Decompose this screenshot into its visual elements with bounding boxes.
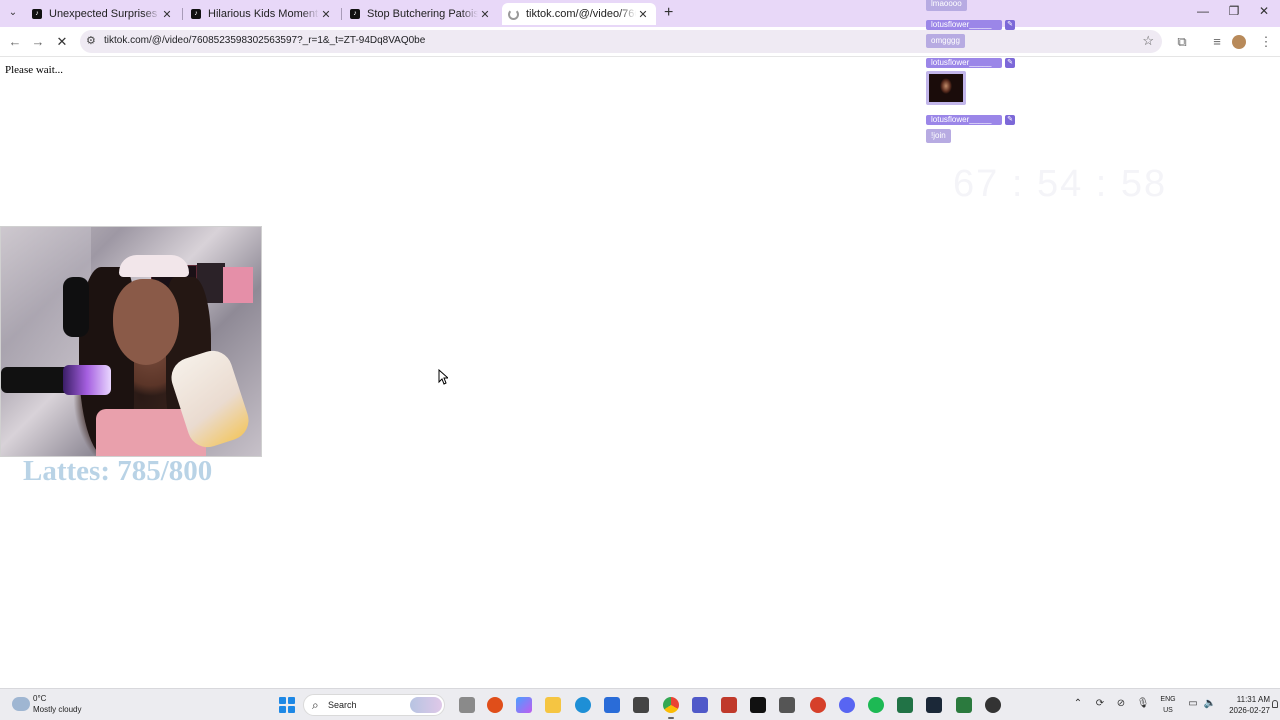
close-icon[interactable]: ✕: [319, 8, 333, 21]
calculator-icon[interactable]: [897, 697, 913, 713]
minimize-icon[interactable]: —: [1193, 4, 1213, 18]
chrome-icon[interactable]: [663, 697, 679, 719]
search-icon: ⌕: [312, 698, 319, 712]
webcam-headband: [119, 255, 189, 277]
edge-browser-icon[interactable]: [575, 697, 591, 713]
tab-separator: [182, 8, 183, 20]
extensions-puzzle-icon[interactable]: ⧉: [1173, 33, 1191, 51]
tiktok-icon: ♪: [191, 9, 201, 19]
notification-bell-icon[interactable]: [1272, 700, 1278, 708]
microphone-icon[interactable]: 🎙: [1136, 698, 1150, 709]
pencil-badge-icon: ✎: [1005, 58, 1015, 68]
file-explorer-icon[interactable]: [545, 697, 561, 713]
weather-temperature[interactable]: 0°C: [33, 694, 46, 703]
wifi-off-icon[interactable]: ⊘: [1114, 698, 1128, 709]
tab-title: tiktok.com/@/video/76085235: [526, 8, 636, 20]
forward-arrow-icon[interactable]: →: [29, 33, 47, 51]
tab-title: Hilarious Kids Moments That W: [208, 8, 319, 20]
language-indicator[interactable]: ENG US: [1157, 694, 1179, 716]
back-arrow-icon[interactable]: ←: [6, 33, 24, 51]
pencil-badge-icon: ✎: [1005, 20, 1015, 30]
mouse-cursor-icon: [438, 369, 448, 385]
language-code: ENG: [1160, 696, 1176, 703]
search-label: Search: [328, 700, 357, 710]
spotify-icon[interactable]: [868, 697, 884, 713]
steam-icon[interactable]: [926, 697, 942, 713]
url-text[interactable]: tiktok.com/@/video/7608523598302563597?_…: [104, 35, 425, 46]
document-app-icon[interactable]: [779, 697, 795, 713]
chat-message: !join: [926, 129, 951, 143]
tab-search-chevron-icon[interactable]: ⌄: [5, 5, 21, 21]
close-icon[interactable]: ✕: [636, 8, 650, 21]
clock-time: 11:31 AM: [1236, 695, 1270, 704]
chat-image-thumbnail: [929, 74, 963, 102]
new-tab-plus-icon[interactable]: +: [664, 4, 678, 22]
pencil-badge-icon: ✎: [1005, 115, 1015, 125]
windows-start-icon[interactable]: [279, 697, 295, 713]
editor-app-icon[interactable]: [604, 697, 620, 713]
windows-taskbar: 0°C Mostly cloudy ⌕ Search ⌃ ⟳ ⊘ 🎙 ENG U…: [0, 688, 1280, 720]
stop-loading-icon[interactable]: ✕: [53, 33, 71, 51]
store-icon[interactable]: [633, 697, 649, 713]
subathon-timer: 67 : 54 : 58: [953, 163, 1168, 205]
cloud-weather-icon[interactable]: [12, 697, 30, 711]
search-highlight-icon: [410, 697, 442, 713]
webcam-poster: [223, 267, 253, 303]
tiktok-icon: ♪: [32, 9, 42, 19]
tab-stop-butchering-patois[interactable]: ♪ Stop Butchering Patois for Laug ✕: [344, 3, 498, 25]
chat-username: lotusflower_____: [926, 58, 1002, 68]
site-info-icon[interactable]: ⚙: [86, 34, 96, 47]
tab-tiktok-video-active[interactable]: tiktok.com/@/video/76085235 ✕: [502, 3, 656, 25]
copilot-icon[interactable]: [516, 697, 532, 713]
browser-toolbar: ← → ✕ ⚙ tiktok.com/@/video/7608523598302…: [0, 27, 1280, 57]
tiktok-icon: ♪: [350, 9, 360, 19]
game-app-icon[interactable]: [721, 697, 737, 713]
restore-icon[interactable]: ❐: [1224, 4, 1244, 18]
latte-goal-counter: Lattes: 785/800: [23, 455, 213, 487]
chat-image-message: [926, 71, 966, 105]
webcam-headphones: [63, 277, 89, 337]
tab-title: Unexpected Surprises of First-T: [49, 8, 160, 20]
profile-avatar[interactable]: [1232, 35, 1246, 49]
menu-kebab-icon[interactable]: ⋮: [1257, 33, 1275, 51]
weather-description[interactable]: Mostly cloudy: [33, 705, 81, 714]
show-hidden-icons-chevron-icon[interactable]: ⌃: [1071, 698, 1085, 709]
obs-icon[interactable]: [985, 697, 1001, 713]
loading-spinner-icon: [508, 8, 519, 20]
tab-hilarious-kids[interactable]: ♪ Hilarious Kids Moments That W ✕: [185, 3, 339, 25]
notepad-icon[interactable]: [956, 697, 972, 713]
system-clock[interactable]: 11:31 AM 2026-02-27: [1222, 694, 1270, 716]
chat-username: lotusflower_____: [926, 115, 1002, 125]
chat-username: lotusflower_____: [926, 20, 1002, 30]
tab-title: Stop Butchering Patois for Laug: [367, 8, 478, 20]
bookmark-star-icon[interactable]: ☆: [1142, 33, 1154, 49]
tiktok-app-icon[interactable]: [750, 697, 766, 713]
window-close-icon[interactable]: ✕: [1254, 4, 1274, 18]
webcam-overlay: [0, 226, 262, 457]
browser-tab-strip: ⌄ ♪ Unexpected Surprises of First-T ✕ ♪ …: [0, 0, 1280, 27]
speaker-volume-icon[interactable]: 🔈: [1203, 698, 1217, 709]
tab-unexpected-surprises[interactable]: ♪ Unexpected Surprises of First-T ✕: [26, 3, 180, 25]
chat-message: lmaoooo: [926, 0, 967, 11]
webcam-microphone-light: [63, 365, 111, 395]
discord-icon[interactable]: [839, 697, 855, 713]
brave-browser-icon[interactable]: [487, 697, 503, 713]
display-icon[interactable]: ▭: [1186, 698, 1200, 709]
close-icon[interactable]: ✕: [478, 8, 492, 21]
clock-date: 2026-02-27: [1229, 706, 1270, 715]
task-view-icon[interactable]: [459, 697, 475, 713]
chat-message: omgggg: [926, 34, 965, 48]
tab-separator: [341, 8, 342, 20]
close-icon[interactable]: ✕: [160, 8, 174, 21]
webcam-streamer-face: [113, 279, 179, 365]
region-code: US: [1163, 707, 1173, 714]
loading-status-text: Please wait...: [5, 64, 64, 76]
sync-icon[interactable]: ⟳: [1093, 698, 1107, 709]
teams-icon[interactable]: [692, 697, 708, 713]
notification-app-icon[interactable]: [810, 697, 826, 713]
address-bar[interactable]: ⚙ tiktok.com/@/video/7608523598302563597…: [80, 30, 1162, 53]
media-controls-icon[interactable]: ≡: [1208, 33, 1226, 51]
taskbar-search-box[interactable]: ⌕ Search: [303, 694, 445, 716]
